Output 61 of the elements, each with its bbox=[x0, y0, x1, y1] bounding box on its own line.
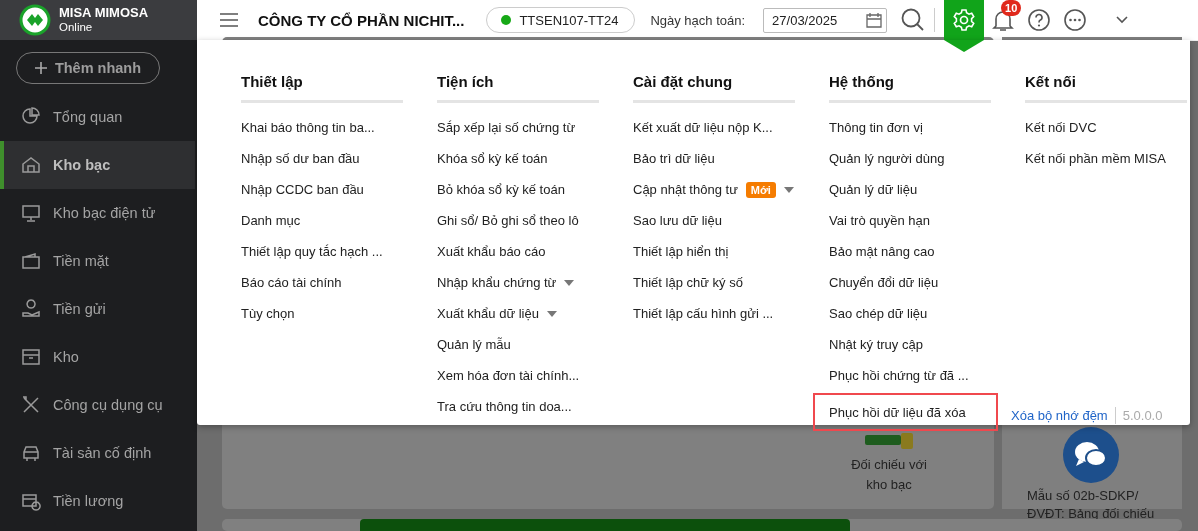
tile-label[interactable]: Đối chiếu với kho bạc bbox=[844, 455, 934, 495]
menu-item[interactable]: Xuất khẩu dữ liệu bbox=[437, 298, 599, 329]
menu-item[interactable]: Thiết lập quy tắc hạch ... bbox=[241, 236, 403, 267]
sidebar-item[interactable]: Kho bạc điện tử bbox=[0, 189, 197, 237]
date-label: Ngày hạch toán: bbox=[650, 12, 746, 28]
menu-item[interactable]: Thông tin đơn vị bbox=[829, 112, 991, 143]
menu-item[interactable]: Quản lý mẫu bbox=[437, 329, 599, 360]
menu-item[interactable]: Phục hồi dữ liệu đã xóa bbox=[813, 393, 998, 431]
version-label: 5.0.0.0 bbox=[1122, 408, 1163, 423]
sidebar-item[interactable]: Tiền mặt bbox=[0, 237, 197, 285]
clear-cache-link[interactable]: Xóa bộ nhớ đệm bbox=[1011, 408, 1108, 423]
menu-item[interactable]: Nhập khẩu chứng từ bbox=[437, 267, 599, 298]
menu-section-title: Thiết lập bbox=[241, 73, 403, 103]
menu-item[interactable]: Nhật ký truy cập bbox=[829, 329, 991, 360]
menu-section-title: Cài đặt chung bbox=[633, 73, 795, 103]
menu-item[interactable]: Xem hóa đơn tài chính... bbox=[437, 360, 599, 391]
company-name[interactable]: CÔNG TY CỔ PHẦN NICHIT... bbox=[258, 11, 465, 29]
menu-item[interactable]: Vai trò quyền hạn bbox=[829, 205, 991, 236]
menu-section-title: Kết nối bbox=[1025, 73, 1187, 103]
menu-item[interactable]: Quản lý dữ liệu bbox=[829, 174, 991, 205]
menu-item[interactable]: Cập nhật thông tư Mới bbox=[633, 174, 795, 205]
date-field[interactable]: 27/03/2025 bbox=[763, 7, 888, 33]
menu-item[interactable]: Nhập số dư ban đầu bbox=[241, 143, 403, 174]
sidebar-item[interactable]: Tổng quan bbox=[0, 93, 197, 141]
menu-item[interactable]: Chuyển đổi dữ liệu bbox=[829, 267, 991, 298]
menu-section-title: Tiện ích bbox=[437, 73, 599, 103]
menu-item[interactable]: Khai báo thông tin ba... bbox=[241, 112, 403, 143]
sidebar-item[interactable]: Tiền gửi bbox=[0, 285, 197, 333]
menu-item[interactable]: Kết nối phần mềm MISA bbox=[1025, 143, 1187, 174]
notification-badge: 10 bbox=[1001, 0, 1022, 16]
menu-item[interactable]: Phục hồi chứng từ đã ... bbox=[829, 360, 991, 391]
unit-selector[interactable]: TTSEN107-TT24 bbox=[486, 7, 636, 33]
sidebar-item[interactable]: Kho bạc bbox=[0, 141, 195, 189]
menu-item[interactable]: Thiết lập chữ ký số bbox=[633, 267, 795, 298]
sidebar-item[interactable]: Công cụ dụng cụ bbox=[0, 381, 197, 429]
menu-item[interactable]: Báo cáo tài chính bbox=[241, 267, 403, 298]
new-badge: Mới bbox=[745, 181, 776, 198]
menu-item[interactable]: Bảo trì dữ liệu bbox=[633, 143, 795, 174]
menu-item[interactable]: Danh mục bbox=[241, 205, 403, 236]
menu-section-title: Hệ thống bbox=[829, 73, 991, 103]
menu-item[interactable]: Thiết lập cấu hình gửi ... bbox=[633, 298, 795, 329]
app-edition: Online bbox=[59, 20, 94, 34]
menu-item[interactable]: Sao chép dữ liệu bbox=[829, 298, 991, 329]
menu-item[interactable]: Tùy chọn bbox=[241, 298, 403, 329]
sidebar-item[interactable]: Kho bbox=[0, 333, 197, 381]
menu-item[interactable]: Sắp xếp lại số chứng từ bbox=[437, 112, 599, 143]
menu-item[interactable]: Nhập CCDC ban đầu bbox=[241, 174, 403, 205]
menu-item[interactable]: Khóa sổ kỳ kế toán bbox=[437, 143, 599, 174]
menu-item[interactable]: Xuất khẩu báo cáo bbox=[437, 236, 599, 267]
menu-item[interactable]: Bỏ khóa sổ kỳ kế toán bbox=[437, 174, 599, 205]
sidebar-item[interactable]: Tiền lương bbox=[0, 477, 197, 525]
menu-item[interactable]: Thiết lập hiển thị bbox=[633, 236, 795, 267]
menu-item[interactable]: Ghi sổ/ Bỏ ghi sổ theo lô bbox=[437, 205, 599, 236]
sidebar-item[interactable]: Tài sản cố định bbox=[0, 429, 197, 477]
app-name: MISA MIMOSA bbox=[59, 6, 149, 20]
menu-item[interactable]: Kết nối DVC bbox=[1025, 112, 1187, 143]
menu-item[interactable]: Bảo mật nâng cao bbox=[829, 236, 991, 267]
menu-item[interactable]: Tra cứu thông tin doa... bbox=[437, 391, 599, 422]
menu-item[interactable]: Sao lưu dữ liệu bbox=[633, 205, 795, 236]
menu-item[interactable]: Quản lý người dùng bbox=[829, 143, 991, 174]
menu-item[interactable]: Kết xuất dữ liệu nộp K... bbox=[633, 112, 795, 143]
